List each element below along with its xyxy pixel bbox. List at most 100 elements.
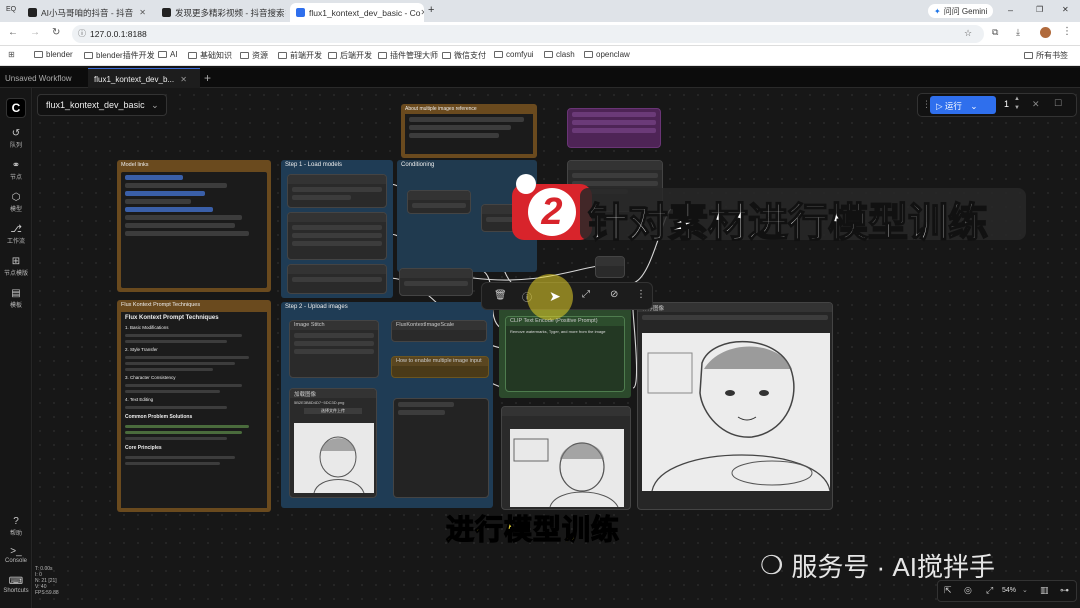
group-load-models[interactable]: Step 1 - Load models — [281, 160, 393, 298]
search-tabs-icon[interactable]: EQ — [6, 6, 16, 13]
bookmark-item[interactable]: openclaw — [584, 50, 630, 59]
new-tab-button[interactable]: + — [428, 4, 434, 16]
node-title: CLIP Text Encode (Positive Prompt) — [506, 317, 624, 326]
link-visibility-icon[interactable]: ⊶ — [1060, 585, 1069, 596]
image-stitch-node[interactable]: Image Stitch — [289, 320, 379, 378]
comfyui-logo[interactable]: C — [6, 98, 26, 118]
browser-tab-2[interactable]: 发现更多精彩视频 - 抖音搜索 ✕ — [156, 3, 286, 22]
minimize-icon[interactable]: – — [1008, 5, 1013, 15]
all-bookmarks[interactable]: 所有书签 — [1024, 50, 1068, 61]
vae-decode-node[interactable] — [595, 256, 625, 278]
queue-panel-icon[interactable]: ☐ — [1054, 98, 1062, 109]
bookmark-item[interactable]: 微信支付 — [442, 50, 486, 61]
browser-tab-bar: EQ AI小马哥咱的抖音 - 抖音 ✕ 发现更多精彩视频 - 抖音搜索 ✕ fl… — [0, 0, 1080, 22]
node-title: 保存图像 — [638, 303, 832, 312]
bookmark-item[interactable]: clash — [544, 50, 575, 59]
gemini-button[interactable]: ✦ 问问 Gemini — [928, 4, 994, 18]
back-icon[interactable]: ← — [8, 27, 18, 38]
sidebar-item-templates[interactable]: ▤ 模板 — [0, 288, 32, 309]
minimap-icon[interactable]: ▥ — [1040, 585, 1049, 596]
bookmark-item[interactable]: 基础知识 — [188, 50, 232, 61]
node-header — [568, 161, 662, 170]
node-header — [288, 265, 386, 274]
group-model-links[interactable]: Model links — [117, 160, 271, 292]
bookmark-item[interactable]: 插件管理大师 — [378, 50, 438, 61]
sidebar-item-nodes[interactable]: ⚭ 节点 — [0, 160, 32, 181]
group-prompt-techniques[interactable]: Flux Kontext Prompt Techniques Flux Kont… — [117, 300, 271, 512]
upload-button[interactable]: 选择文件上传 — [304, 408, 362, 414]
address-bar[interactable]: ⓘ 127.0.0.1:8188 ☆ — [72, 25, 984, 43]
browser-tab-1[interactable]: AI小马哥咱的抖音 - 抖音 ✕ — [22, 3, 152, 22]
prompt-text[interactable]: Remove watermarks, Tyger, and more from … — [506, 326, 624, 337]
reference-latent-node[interactable] — [407, 190, 471, 214]
bookmark-label: clash — [556, 50, 575, 59]
markdown-note — [121, 172, 267, 288]
sidebar-item-shortcuts[interactable]: ⌨ Shortcuts — [0, 576, 32, 594]
menu-icon[interactable]: ⋮ — [1062, 26, 1072, 37]
browser-tab-3[interactable]: flux1_kontext_dev_basic - Co ✕ — [290, 3, 424, 22]
stepper-icon[interactable]: ▲ ▼ — [1014, 95, 1020, 113]
preview-node[interactable] — [393, 398, 489, 498]
output-preview-node[interactable] — [501, 406, 631, 510]
bypass-icon[interactable]: ⊘ — [610, 289, 618, 300]
zoom-level[interactable]: 54% — [1002, 587, 1016, 594]
chevron-down-icon[interactable]: ⌄ — [1022, 586, 1028, 594]
vae-encode-node[interactable] — [399, 268, 473, 296]
fit-view-icon[interactable]: ⤢ — [986, 585, 993, 596]
sidebar-item-help[interactable]: ? 帮助 — [0, 516, 32, 537]
workflow-tab-active[interactable]: flux1_kontext_dev_b... ✕ — [88, 68, 200, 88]
cancel-icon[interactable]: ✕ — [1032, 99, 1040, 110]
purple-note-node[interactable] — [567, 108, 661, 148]
bookmark-item[interactable]: blender — [34, 50, 73, 59]
sidebar-item-queue[interactable]: ↺ 队列 — [0, 128, 32, 149]
reload-icon[interactable]: ↻ — [52, 27, 60, 38]
bookmark-star-icon[interactable]: ☆ — [964, 28, 972, 39]
site-info-icon[interactable]: ⓘ — [78, 28, 86, 39]
dual-clip-loader-node[interactable] — [287, 212, 387, 260]
help-icon: ? — [13, 516, 19, 527]
bookmark-item[interactable]: 资源 — [240, 50, 268, 61]
close-icon[interactable]: ✕ — [285, 8, 286, 17]
save-image-node[interactable]: 保存图像 — [637, 302, 833, 510]
clip-text-encode-node[interactable]: CLIP Text Encode (Positive Prompt) Remov… — [505, 316, 625, 392]
forward-icon[interactable]: → — [30, 27, 40, 38]
note-node[interactable]: How to enable multiple image input — [391, 356, 489, 378]
tab-title: 发现更多精彩视频 - 抖音搜索 — [175, 7, 285, 18]
close-icon[interactable]: ✕ — [180, 75, 187, 84]
sidebar-item-workflows[interactable]: ⎇ 工作流 — [0, 224, 32, 245]
maximize-icon[interactable]: ❐ — [1036, 5, 1043, 14]
bookmark-item[interactable]: blender插件开发 — [84, 50, 155, 61]
sidebar-item-node-templates[interactable]: ⊞ 节点模版 — [0, 256, 32, 277]
downloads-icon[interactable]: ⤓ — [1016, 27, 1020, 38]
select-mode-icon[interactable]: ⇱ — [944, 585, 952, 596]
gemini-icon: ✦ — [934, 6, 941, 16]
close-window-icon[interactable]: ✕ — [1062, 5, 1069, 14]
group-upload-images[interactable]: Step 2 - Upload images Image Stitch Flux… — [281, 302, 493, 508]
run-button[interactable]: ▷ 运行 ⌄ — [930, 96, 996, 114]
pan-mode-icon[interactable]: ◎ — [964, 585, 972, 596]
fit-icon[interactable]: ⤢ — [582, 289, 590, 300]
close-icon[interactable]: ✕ — [139, 8, 146, 17]
load-image-node[interactable]: 加载图像 5B2E3B8D4D7~5DC3D.png 选择文件上传 — [289, 388, 377, 498]
close-icon[interactable]: ✕ — [421, 8, 424, 17]
avatar[interactable] — [1040, 27, 1051, 38]
flux-scale-node[interactable]: FluxKontextImageScale — [391, 320, 487, 342]
batch-count-input[interactable]: 1 — [1004, 99, 1009, 109]
extensions-icon[interactable]: ⧉ — [992, 27, 998, 38]
more-icon[interactable]: ⋮ — [636, 289, 646, 300]
group-prompt[interactable]: CLIP Text Encode (Positive Prompt) Remov… — [499, 308, 631, 398]
workflow-tab-unsaved[interactable]: Unsaved Workflow — [0, 68, 86, 88]
apps-icon[interactable]: ⊞ — [8, 50, 15, 59]
bookmark-item[interactable]: 前端开发 — [278, 50, 322, 61]
unet-loader-node[interactable] — [287, 174, 387, 208]
bookmark-item[interactable]: comfyui — [494, 50, 534, 59]
delete-icon[interactable]: 🗑 — [494, 290, 507, 301]
bookmark-item[interactable]: AI — [158, 50, 178, 59]
sidebar-item-console[interactable]: >_ Console — [0, 546, 32, 564]
vae-loader-node[interactable] — [287, 264, 387, 294]
node-title: How to enable multiple image input — [392, 357, 488, 366]
sidebar-item-models[interactable]: ⬡ 模型 — [0, 192, 32, 213]
group-about-images[interactable]: About multiple images reference — [401, 104, 537, 158]
add-workflow-button[interactable]: + — [204, 71, 211, 85]
bookmark-item[interactable]: 后端开发 — [328, 50, 372, 61]
